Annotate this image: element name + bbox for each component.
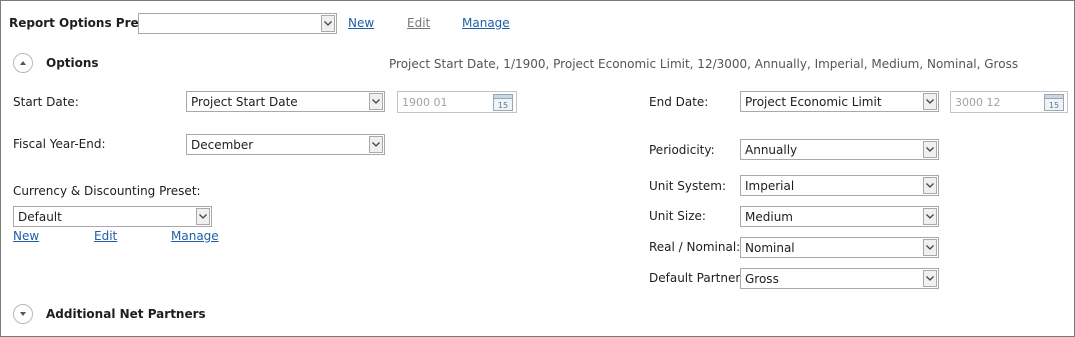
chevron-down-icon[interactable] [923, 208, 937, 225]
calendar-icon[interactable]: 15 [493, 94, 513, 114]
chevron-down-icon[interactable] [923, 270, 937, 287]
chevron-down-icon[interactable] [196, 208, 210, 225]
fiscal-year-end-dropdown[interactable]: December [186, 134, 385, 155]
end-date-picker[interactable]: 3000 12 15 [950, 91, 1068, 113]
unit-size-value: Medium [745, 210, 793, 224]
unit-size-label: Unit Size: [649, 209, 706, 223]
periodicity-value: Annually [745, 143, 798, 157]
report-options-preset-dropdown[interactable] [138, 13, 337, 34]
unit-system-dropdown[interactable]: Imperial [740, 175, 939, 196]
currency-edit-link[interactable]: Edit [94, 229, 117, 243]
end-date-dropdown[interactable]: Project Economic Limit [740, 91, 939, 112]
periodicity-label: Periodicity: [649, 143, 715, 157]
collapse-options-button[interactable] [13, 53, 33, 73]
chevron-down-icon[interactable] [923, 177, 937, 194]
start-date-label: Start Date: [13, 95, 79, 109]
currency-manage-link[interactable]: Manage [171, 229, 219, 243]
preset-edit-link[interactable]: Edit [407, 16, 430, 30]
chevron-down-icon[interactable] [923, 93, 937, 110]
fiscal-year-end-value: December [191, 138, 254, 152]
chevron-down-icon[interactable] [369, 93, 383, 110]
chevron-down-icon[interactable] [369, 136, 383, 153]
default-partner-dropdown[interactable]: Gross [740, 268, 939, 289]
currency-discounting-dropdown[interactable]: Default [13, 206, 212, 227]
options-section-title: Options [46, 56, 99, 70]
currency-discounting-value: Default [18, 210, 62, 224]
currency-discounting-label: Currency & Discounting Preset: [13, 184, 201, 198]
calendar-icon[interactable]: 15 [1044, 94, 1064, 114]
fiscal-year-end-label: Fiscal Year-End: [13, 137, 106, 151]
chevron-down-icon[interactable] [923, 239, 937, 256]
start-date-picker[interactable]: 1900 01 15 [397, 91, 517, 113]
start-date-value: Project Start Date [191, 95, 298, 109]
svg-text:15: 15 [1049, 101, 1059, 110]
unit-size-dropdown[interactable]: Medium [740, 206, 939, 227]
periodicity-dropdown[interactable]: Annually [740, 139, 939, 160]
preset-manage-link[interactable]: Manage [462, 16, 510, 30]
end-date-value: Project Economic Limit [745, 95, 882, 109]
default-partner-label: Default Partner: [649, 271, 745, 285]
real-nominal-dropdown[interactable]: Nominal [740, 237, 939, 258]
start-date-dropdown[interactable]: Project Start Date [186, 91, 385, 112]
unit-system-label: Unit System: [649, 179, 727, 193]
real-nominal-label: Real / Nominal: [649, 240, 741, 254]
preset-new-link[interactable]: New [348, 16, 374, 30]
start-date-picker-value: 1900 01 [402, 96, 448, 109]
chevron-up-icon [20, 61, 26, 65]
chevron-down-icon [20, 312, 26, 316]
svg-text:15: 15 [498, 101, 508, 110]
chevron-down-icon[interactable] [321, 15, 335, 32]
end-date-picker-value: 3000 12 [955, 96, 1001, 109]
expand-additional-net-partners-button[interactable] [13, 304, 33, 324]
unit-system-value: Imperial [745, 179, 795, 193]
chevron-down-icon[interactable] [923, 141, 937, 158]
options-summary: Project Start Date, 1/1900, Project Econ… [389, 57, 1019, 71]
real-nominal-value: Nominal [745, 241, 795, 255]
additional-net-partners-title: Additional Net Partners [46, 307, 206, 321]
currency-new-link[interactable]: New [13, 229, 39, 243]
end-date-label: End Date: [649, 95, 709, 109]
default-partner-value: Gross [745, 272, 779, 286]
report-options-panel: Report Options Preset: New Edit Manage O… [0, 0, 1075, 337]
